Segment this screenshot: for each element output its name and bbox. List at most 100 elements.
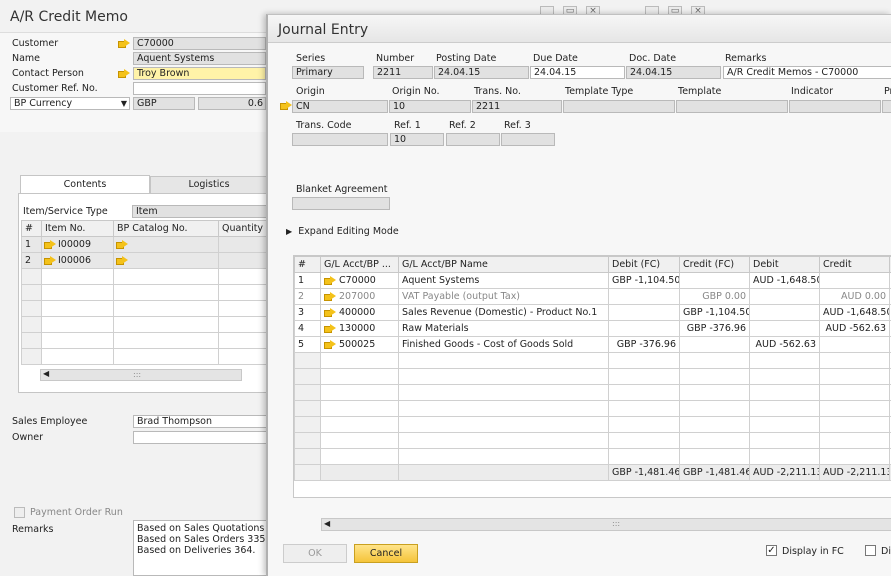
cancel-button[interactable]: Cancel: [354, 544, 418, 563]
row-credit-fc[interactable]: [679, 336, 750, 353]
payment-order-checkbox[interactable]: [14, 507, 25, 518]
trans-no-field[interactable]: 2211: [472, 100, 562, 113]
table-row[interactable]: 2 I00006: [21, 252, 267, 269]
row-acct[interactable]: 130000: [320, 320, 399, 337]
ref1-field[interactable]: 10: [390, 133, 444, 146]
expand-editing-toggle[interactable]: ▶ Expand Editing Mode: [286, 226, 399, 237]
row-credit-fc[interactable]: GBP 0.00: [679, 288, 750, 305]
journal-remarks-field[interactable]: A/R Credit Memos - C70000: [723, 66, 891, 79]
remarks-field[interactable]: Based on Sales Quotations 32 Based on Sa…: [133, 520, 268, 576]
item-type-field[interactable]: Item: [132, 205, 267, 218]
owner-field[interactable]: [133, 431, 268, 444]
scroll-left-icon[interactable]: ◀: [43, 369, 49, 378]
acct-link-arrow-icon[interactable]: [324, 324, 336, 333]
row-item-no[interactable]: I00009: [41, 236, 114, 253]
row-credit-fc[interactable]: GBP -376.96: [679, 320, 750, 337]
table-row[interactable]: 1 I00009: [21, 236, 267, 253]
row-debit-fc[interactable]: GBP -1,104.50: [608, 272, 680, 289]
blanket-agreement-field[interactable]: [292, 197, 390, 210]
table-row[interactable]: [21, 300, 267, 317]
ok-button[interactable]: OK: [283, 544, 347, 563]
table-row[interactable]: 5 500025 Finished Goods - Cost of Goods …: [294, 336, 891, 353]
row-acct[interactable]: 207000: [320, 288, 399, 305]
doc-date-field[interactable]: 24.04.15: [626, 66, 721, 79]
tab-logistics[interactable]: Logistics: [150, 176, 268, 193]
table-row[interactable]: 1 C70000 Aquent Systems GBP -1,104.50 AU…: [294, 272, 891, 289]
row-debit-fc[interactable]: GBP -376.96: [608, 336, 680, 353]
template-field[interactable]: [676, 100, 788, 113]
table-row[interactable]: 3 400000 Sales Revenue (Domestic) - Prod…: [294, 304, 891, 321]
item-link-arrow-icon[interactable]: [44, 240, 56, 249]
row-credit[interactable]: [819, 336, 890, 353]
origin-link-arrow-icon[interactable]: [280, 101, 292, 110]
origin-field[interactable]: CN: [292, 100, 388, 113]
template-type-field[interactable]: [563, 100, 675, 113]
name-field[interactable]: Aquent Systems: [133, 52, 266, 65]
row-debit-fc[interactable]: [608, 288, 680, 305]
item-grid-scrollbar[interactable]: ◀ :::: [40, 369, 242, 381]
row-debit[interactable]: [749, 288, 820, 305]
exchange-rate-field[interactable]: 0.6: [198, 97, 266, 110]
due-date-field[interactable]: 24.04.15: [530, 66, 625, 79]
journal-grid-scrollbar[interactable]: ◀ :::: [321, 518, 891, 531]
table-row[interactable]: [21, 332, 267, 349]
contact-person-field[interactable]: Troy Brown: [133, 67, 266, 80]
row-debit[interactable]: AUD -1,648.50: [749, 272, 820, 289]
row-debit[interactable]: [749, 304, 820, 321]
item-link-arrow-icon[interactable]: [44, 256, 56, 265]
sales-employee-field[interactable]: Brad Thompson: [133, 415, 268, 428]
catalog-link-arrow-icon[interactable]: [116, 240, 128, 249]
ref2-field[interactable]: [446, 133, 500, 146]
pr-field[interactable]: [882, 100, 891, 113]
row-debit-fc[interactable]: [608, 320, 680, 337]
scroll-grip-icon[interactable]: :::: [133, 370, 141, 379]
tab-contents[interactable]: Contents: [20, 175, 150, 193]
row-acct[interactable]: C70000: [320, 272, 399, 289]
table-row[interactable]: [21, 284, 267, 301]
acct-link-arrow-icon[interactable]: [324, 292, 336, 301]
row-credit[interactable]: AUD -562.63: [819, 320, 890, 337]
table-row[interactable]: [294, 384, 891, 401]
table-row[interactable]: [294, 400, 891, 417]
table-row[interactable]: [294, 432, 891, 449]
table-row[interactable]: 2 207000 VAT Payable (output Tax) GBP 0.…: [294, 288, 891, 305]
series-field[interactable]: Primary: [292, 66, 364, 79]
acct-link-arrow-icon[interactable]: [324, 308, 336, 317]
row-catalog[interactable]: [113, 252, 219, 269]
row-quantity[interactable]: [218, 252, 267, 269]
scroll-grip-icon[interactable]: :::: [612, 519, 620, 528]
table-row[interactable]: [294, 416, 891, 433]
currency-field[interactable]: GBP: [133, 97, 195, 110]
contact-link-arrow-icon[interactable]: [118, 69, 130, 78]
customer-ref-field[interactable]: [133, 82, 266, 95]
scroll-left-icon[interactable]: ◀: [324, 519, 330, 528]
row-debit[interactable]: AUD -562.63: [749, 336, 820, 353]
row-credit-fc[interactable]: [679, 272, 750, 289]
row-credit-fc[interactable]: GBP -1,104.50: [679, 304, 750, 321]
dis-checkbox[interactable]: [865, 545, 876, 556]
row-debit[interactable]: [749, 320, 820, 337]
customer-field[interactable]: C70000: [133, 37, 266, 50]
indicator-field[interactable]: [789, 100, 881, 113]
table-row[interactable]: 4 130000 Raw Materials GBP -376.96 AUD -…: [294, 320, 891, 337]
row-acct[interactable]: 400000: [320, 304, 399, 321]
ref3-field[interactable]: [501, 133, 555, 146]
row-quantity[interactable]: [218, 236, 267, 253]
acct-link-arrow-icon[interactable]: [324, 276, 336, 285]
acct-link-arrow-icon[interactable]: [324, 340, 336, 349]
row-credit[interactable]: AUD -1,648.50: [819, 304, 890, 321]
table-row[interactable]: [21, 316, 267, 333]
row-item-no[interactable]: I00006: [41, 252, 114, 269]
table-row[interactable]: [294, 368, 891, 385]
row-credit[interactable]: AUD 0.00: [819, 288, 890, 305]
trans-code-field[interactable]: [292, 133, 388, 146]
bp-currency-select[interactable]: BP Currency ▼: [10, 97, 130, 110]
row-acct[interactable]: 500025: [320, 336, 399, 353]
display-fc-checkbox[interactable]: ✓: [766, 545, 777, 556]
table-row[interactable]: [294, 352, 891, 369]
number-field[interactable]: 2211: [373, 66, 433, 79]
table-row[interactable]: [294, 448, 891, 465]
origin-no-field[interactable]: 10: [389, 100, 471, 113]
catalog-link-arrow-icon[interactable]: [116, 256, 128, 265]
customer-link-arrow-icon[interactable]: [118, 39, 130, 48]
